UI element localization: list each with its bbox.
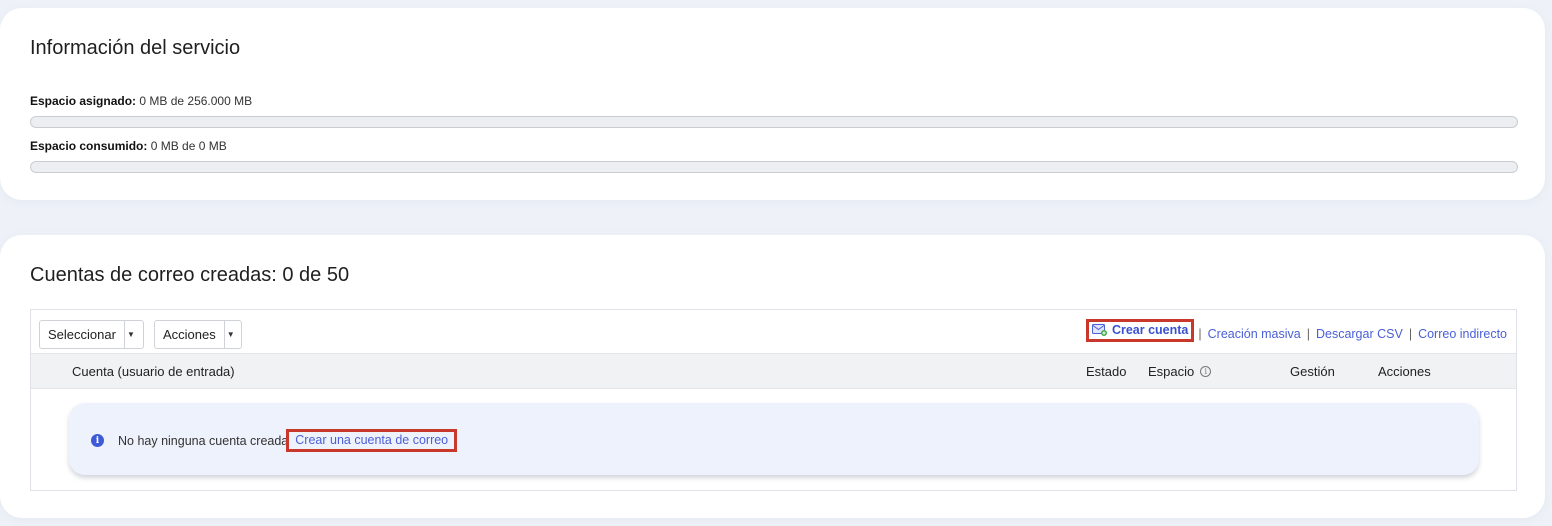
assigned-space-bar xyxy=(30,116,1518,128)
caret-down-icon[interactable]: ▼ xyxy=(223,321,237,348)
create-account-link[interactable]: Crear cuenta xyxy=(1112,323,1188,337)
actions-dropdown-label: Acciones xyxy=(163,327,216,342)
info-icon[interactable]: i xyxy=(1200,366,1212,377)
consumed-space-line: Espacio consumido: 0 MB de 0 MB xyxy=(30,139,227,153)
consumed-space-bar xyxy=(30,161,1518,173)
service-info-card: Información del servicio Espacio asignad… xyxy=(0,8,1545,200)
assigned-space-value: 0 MB de 256.000 MB xyxy=(139,94,253,108)
bulk-create-link[interactable]: Creación masiva xyxy=(1208,327,1301,341)
accounts-toolbar: Seleccionar ▼ Acciones ▼ Crear cuenta | … xyxy=(31,310,1516,354)
info-icon: i xyxy=(91,434,104,447)
column-management[interactable]: Gestión xyxy=(1290,364,1335,379)
empty-state-notice: i No hay ninguna cuenta creada Crear una… xyxy=(69,403,1479,475)
column-state[interactable]: Estado xyxy=(1086,364,1126,379)
select-dropdown[interactable]: Seleccionar ▼ xyxy=(39,320,144,349)
caret-down-icon[interactable]: ▼ xyxy=(123,321,137,348)
column-space-label: Espacio xyxy=(1148,364,1195,379)
empty-state-content: i No hay ninguna cuenta creada Crear una… xyxy=(91,429,459,452)
assigned-space-line: Espacio asignado: 0 MB de 256.000 MB xyxy=(30,94,252,108)
assigned-space-label: Espacio asignado: xyxy=(30,94,137,108)
actions-dropdown[interactable]: Acciones ▼ xyxy=(154,320,242,349)
empty-state-message: No hay ninguna cuenta creada xyxy=(118,433,289,448)
accounts-card: Cuentas de correo creadas: 0 de 50 Selec… xyxy=(0,235,1545,518)
select-dropdown-label: Seleccionar xyxy=(48,327,116,342)
indirect-mail-link[interactable]: Correo indirecto xyxy=(1418,327,1507,341)
toolbar-links: Crear cuenta | Creación masiva | Descarg… xyxy=(1085,319,1507,345)
consumed-space-label: Espacio consumido: xyxy=(30,139,148,153)
column-account[interactable]: Cuenta (usuario de entrada) xyxy=(72,364,235,379)
create-mail-account-link[interactable]: Crear una cuenta de correo xyxy=(286,429,458,452)
service-info-title: Información del servicio xyxy=(30,37,241,59)
table-header: Cuenta (usuario de entrada) Estado Espac… xyxy=(31,354,1516,389)
column-actions[interactable]: Acciones xyxy=(1378,364,1431,379)
download-csv-link[interactable]: Descargar CSV xyxy=(1316,327,1403,341)
link-separator: | xyxy=(1408,326,1413,341)
consumed-space-value: 0 MB de 0 MB xyxy=(150,139,227,153)
accounts-table-panel: Seleccionar ▼ Acciones ▼ Crear cuenta | … xyxy=(30,309,1517,491)
mail-add-icon xyxy=(1091,324,1107,336)
create-account-highlight[interactable]: Crear cuenta xyxy=(1085,319,1195,342)
accounts-title: Cuentas de correo creadas: 0 de 50 xyxy=(30,264,350,286)
link-separator: | xyxy=(1306,326,1310,341)
link-separator: | xyxy=(1198,326,1202,341)
column-space[interactable]: Espacio i xyxy=(1148,364,1212,379)
